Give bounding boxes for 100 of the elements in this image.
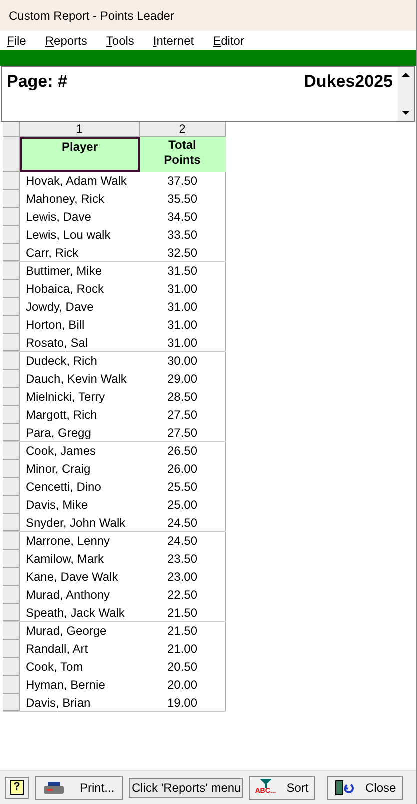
table-cell-text: Para, Gregg xyxy=(25,425,92,441)
table-cell-text: Carr, Rick xyxy=(25,245,80,261)
row-header xyxy=(3,694,20,711)
row-header xyxy=(3,226,20,244)
row-header xyxy=(3,442,20,460)
door-arrow-icon xyxy=(334,780,354,796)
row-header xyxy=(3,550,20,568)
row-header xyxy=(3,604,20,621)
table-cell-text: Kamilow, Mark xyxy=(25,551,106,568)
row-header xyxy=(3,424,20,441)
column-number: 2 xyxy=(140,122,226,137)
status-box: Click 'Reports' menu xyxy=(129,778,243,798)
corner-cell xyxy=(3,122,20,137)
table-cell-text: Kane, Dave Walk xyxy=(25,569,120,586)
table-cell: 20.50 xyxy=(140,658,226,676)
table-cell: 25.50 xyxy=(140,478,226,496)
table-cell-text: Davis, Brian xyxy=(25,695,92,711)
table-cell: 19.00 xyxy=(140,694,226,711)
row-header xyxy=(3,262,20,280)
row-header xyxy=(3,622,20,640)
row-header xyxy=(3,640,20,658)
page-label: Page: # xyxy=(7,71,68,93)
menu-item[interactable]: Editor xyxy=(213,32,244,50)
table-cell: 35.50 xyxy=(140,190,226,208)
table-cell: 22.50 xyxy=(140,586,226,604)
row-header xyxy=(3,460,20,478)
table-cell-text: Horton, Bill xyxy=(25,317,86,334)
row-header xyxy=(3,208,20,226)
row-header xyxy=(3,676,20,694)
row-header xyxy=(3,478,20,496)
row-header xyxy=(3,190,20,208)
table-cell: 31.00 xyxy=(140,280,226,298)
menu-item[interactable]: Reports xyxy=(45,32,88,50)
funnel-icon xyxy=(260,779,272,788)
table-cell-text: Dauch, Kevin Walk xyxy=(25,371,128,388)
table-cell-text: Minor, Craig xyxy=(25,461,92,478)
table-cell-text: Mielnicki, Terry xyxy=(25,389,106,406)
menu-item[interactable]: Internet xyxy=(153,32,194,50)
row-header xyxy=(3,334,20,351)
row-header xyxy=(3,406,20,424)
table-cell: 31.00 xyxy=(140,316,226,334)
table-cell-text: Dudeck, Rich xyxy=(25,353,98,370)
row-header xyxy=(3,532,20,550)
table-cell: 37.50 xyxy=(140,172,226,190)
club-name: Dukes2025 xyxy=(304,71,393,93)
table-cell: 27.50 xyxy=(140,424,226,441)
table-cell: 30.00 xyxy=(140,352,226,370)
table-cell: 21.50 xyxy=(140,604,226,621)
table-cell: 31.00 xyxy=(140,334,226,351)
close-button[interactable]: Close xyxy=(327,776,403,800)
table-cell-text: Lewis, Dave xyxy=(25,209,92,226)
table-cell: 31.00 xyxy=(140,298,226,316)
table-cell: 28.50 xyxy=(140,388,226,406)
row-header xyxy=(3,316,20,334)
table-cell-text: Hobaica, Rock xyxy=(25,281,106,298)
print-button[interactable]: Print... xyxy=(35,776,123,800)
table-cell-text: Murad, George xyxy=(25,623,108,640)
table-cell: 21.50 xyxy=(140,622,226,640)
table-cell: 23.00 xyxy=(140,568,226,586)
menu-item[interactable]: File xyxy=(7,32,26,50)
table-cell: 27.50 xyxy=(140,406,226,424)
table-cell-text: Buttimer, Mike xyxy=(25,263,104,280)
menu-item[interactable]: Tools xyxy=(106,32,134,50)
table-cell: 26.00 xyxy=(140,460,226,478)
table-cell: 23.50 xyxy=(140,550,226,568)
window-title: Custom Report - Points Leader xyxy=(9,8,174,24)
row-header xyxy=(3,568,20,586)
table-cell-text: Murad, Anthony xyxy=(25,587,112,604)
table-cell-text: Hyman, Bernie xyxy=(25,677,106,694)
help-button[interactable]: ? xyxy=(5,776,29,798)
table-cell: 33.50 xyxy=(140,226,226,244)
table-cell: 26.50 xyxy=(140,442,226,460)
row-header xyxy=(3,280,20,298)
table-cell-text: Snyder, John Walk xyxy=(25,515,127,531)
scrollbar[interactable] xyxy=(398,67,414,121)
row-header xyxy=(3,658,20,676)
table-cell-text: Cook, James xyxy=(25,443,98,460)
row-header xyxy=(3,388,20,406)
row-header xyxy=(3,514,20,531)
row-header xyxy=(3,298,20,316)
table-cell-text: Mahoney, Rick xyxy=(25,191,106,208)
row-header xyxy=(3,496,20,514)
table-cell-text: Rosato, Sal xyxy=(25,335,90,351)
table-cell-text: Hovak, Adam Walk xyxy=(25,173,128,190)
row-header xyxy=(3,352,20,370)
row-header xyxy=(3,370,20,388)
table-cell-text: Cencetti, Dino xyxy=(25,479,102,496)
column-header[interactable]: Total Points xyxy=(140,137,226,172)
table-cell: 29.00 xyxy=(140,370,226,388)
column-number: 1 xyxy=(20,122,140,137)
table-cell: 25.00 xyxy=(140,496,226,514)
row-header xyxy=(3,586,20,604)
table-cell-text: Randall, Art xyxy=(25,641,90,658)
table-cell: 20.00 xyxy=(140,676,226,694)
table-cell: 24.50 xyxy=(140,514,226,531)
table-cell: 32.50 xyxy=(140,244,226,261)
printer-icon xyxy=(43,780,66,794)
column-header[interactable]: Player xyxy=(20,137,140,172)
table-cell-text: Margott, Rich xyxy=(25,407,98,424)
table-cell: 24.50 xyxy=(140,532,226,550)
